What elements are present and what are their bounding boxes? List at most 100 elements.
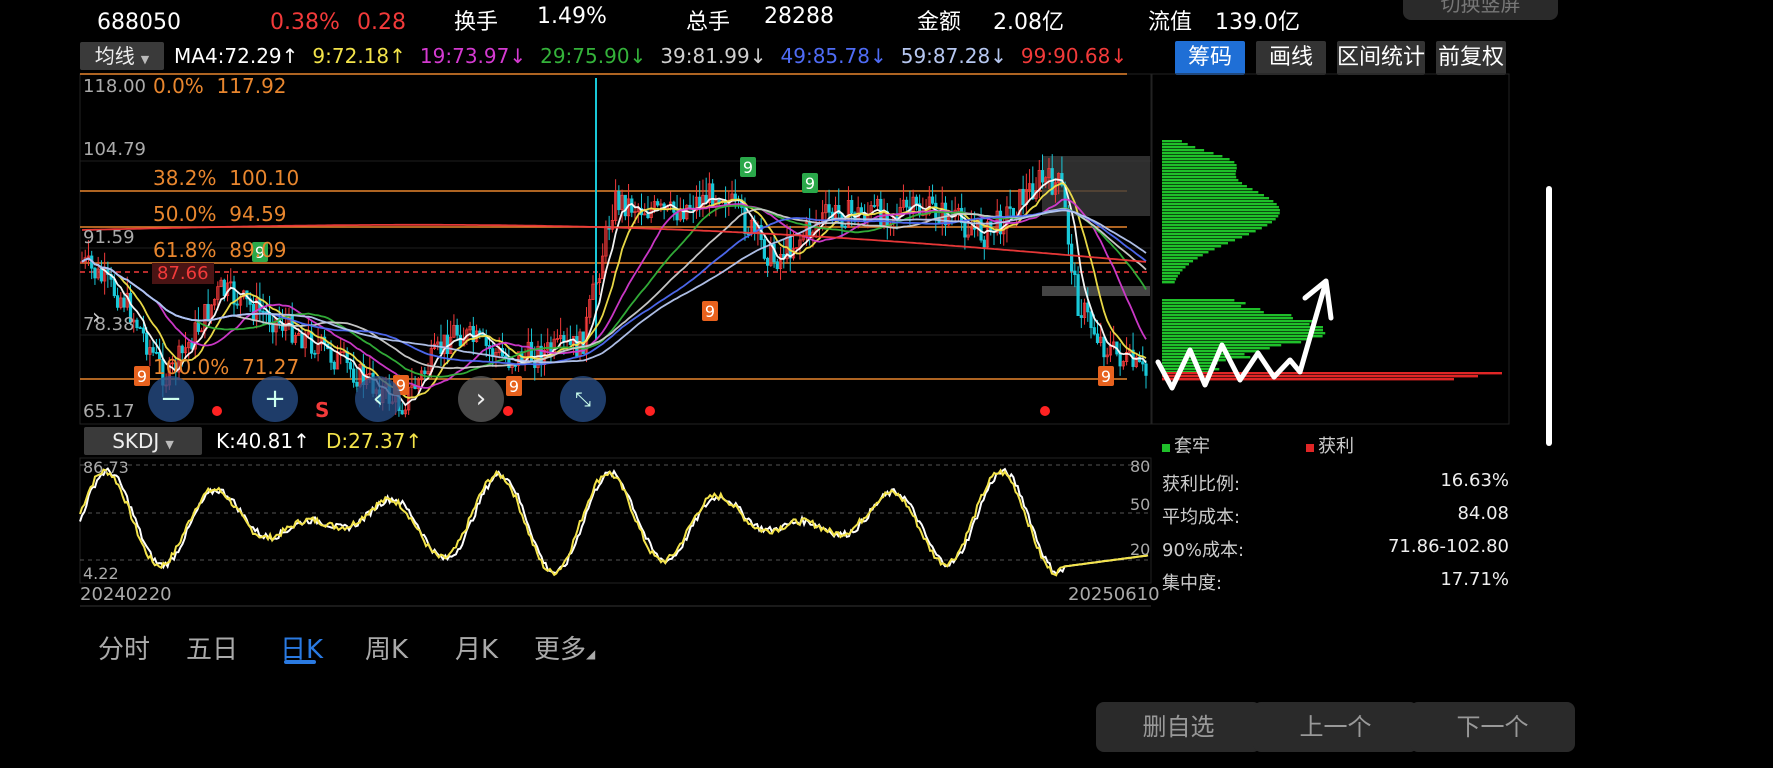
signal-dot bbox=[212, 406, 222, 416]
candle-body bbox=[646, 213, 650, 219]
candle-body bbox=[1102, 336, 1106, 358]
candle-body bbox=[1141, 361, 1145, 365]
chip-bar-trapped bbox=[1162, 224, 1268, 227]
candle-body bbox=[400, 410, 404, 415]
collapse-button[interactable]: ⤡ bbox=[560, 376, 606, 422]
chip-bar-trapped bbox=[1162, 170, 1237, 173]
candle-body bbox=[138, 327, 142, 330]
zoom-out-button[interactable]: − bbox=[148, 376, 194, 422]
candle-body bbox=[1070, 243, 1074, 272]
nine-marker-label: 9 bbox=[137, 367, 147, 386]
chip-bar-trapped bbox=[1162, 158, 1230, 161]
chip-bar-trapped bbox=[1162, 164, 1237, 167]
minus-icon: − bbox=[160, 384, 182, 414]
chip-bar-trapped bbox=[1162, 266, 1186, 269]
chip-bar-trapped bbox=[1162, 191, 1259, 194]
cost90-label: 90%成本: bbox=[1162, 540, 1245, 561]
chip-bar-trapped bbox=[1162, 239, 1236, 242]
fib-label-0: 0.0% 117.92 bbox=[153, 74, 287, 98]
chip-bar-trapped bbox=[1162, 230, 1256, 233]
candle-body bbox=[905, 199, 909, 208]
scroll-right-button[interactable]: › bbox=[458, 376, 504, 422]
price-axis-4: 78.38 bbox=[83, 314, 135, 335]
next-stock-button[interactable]: 下一个 bbox=[1410, 702, 1575, 752]
candle-body bbox=[562, 335, 566, 343]
chip-bar-trapped bbox=[1162, 329, 1324, 332]
concentration-value: 17.71% bbox=[1440, 569, 1509, 590]
candle-body bbox=[1040, 170, 1045, 183]
chip-bar-trapped bbox=[1162, 338, 1310, 341]
tab-monthly-k[interactable]: 月K bbox=[455, 629, 498, 666]
chip-bar-trapped bbox=[1162, 248, 1215, 251]
tab-more-label: 更多 bbox=[534, 635, 587, 665]
chip-bar-trapped bbox=[1162, 299, 1235, 302]
chip-bar-trapped bbox=[1162, 221, 1272, 224]
legend-trapped: 套牢 bbox=[1162, 432, 1210, 458]
chip-bar-trapped bbox=[1162, 188, 1253, 191]
nine-marker-label: 9 bbox=[509, 377, 519, 396]
candle-body bbox=[135, 319, 139, 329]
tab-more[interactable]: 更多◢ bbox=[534, 629, 595, 666]
chip-bar-trapped bbox=[1162, 227, 1262, 230]
indicator-axis-top: 86.73 bbox=[83, 458, 129, 477]
candle-body bbox=[264, 311, 268, 314]
chip-bar-trapped bbox=[1162, 182, 1243, 185]
candle-body bbox=[222, 279, 226, 297]
zoom-in-button[interactable]: + bbox=[252, 376, 298, 422]
skdj-d-value: D:27.37↑ bbox=[326, 429, 423, 453]
chip-bar-trapped bbox=[1162, 350, 1259, 353]
indicator-selector-dropdown[interactable]: SKDJ ▼ bbox=[84, 427, 202, 455]
candle-body bbox=[1118, 353, 1122, 367]
fib-label-61: 61.8% 89.09 bbox=[153, 238, 287, 262]
chip-bar-trapped bbox=[1162, 251, 1209, 254]
chip-bar-trapped bbox=[1162, 275, 1178, 278]
candle-body bbox=[698, 196, 702, 208]
candle-body bbox=[843, 225, 847, 228]
candle-body bbox=[1089, 311, 1093, 329]
fib-label-38: 38.2% 100.10 bbox=[153, 166, 300, 190]
candle-body bbox=[154, 351, 158, 354]
price-axis-top: 118.00 bbox=[83, 76, 146, 97]
candle-body bbox=[656, 201, 660, 206]
tab-weekly-k[interactable]: 周K bbox=[365, 629, 408, 666]
chip-bar-trapped bbox=[1162, 305, 1242, 308]
indicator-level-80: 80 bbox=[1130, 457, 1151, 476]
chevron-right-icon[interactable]: › bbox=[92, 305, 101, 330]
plus-icon: + bbox=[264, 384, 286, 414]
chip-bar-trapped bbox=[1162, 218, 1276, 221]
candle-body bbox=[206, 303, 210, 321]
scroll-left-button[interactable]: ‹ bbox=[355, 376, 401, 422]
tab-intraday[interactable]: 分时 bbox=[98, 629, 150, 666]
candle-body bbox=[575, 336, 579, 357]
candle-body bbox=[513, 365, 517, 367]
candle-body bbox=[711, 183, 715, 208]
chip-bar-trapped bbox=[1162, 236, 1243, 239]
chip-bar-trapped bbox=[1162, 335, 1323, 338]
price-axis-3: 91.59 bbox=[83, 227, 135, 248]
chip-bar-trapped bbox=[1162, 254, 1203, 257]
candle-body bbox=[122, 297, 126, 308]
chip-bar-trapped bbox=[1162, 347, 1270, 350]
candle-body bbox=[235, 303, 239, 306]
tab-five-day[interactable]: 五日 bbox=[186, 629, 238, 666]
candle-body bbox=[982, 239, 986, 248]
scrollbar-thumb[interactable] bbox=[1546, 186, 1552, 446]
previous-stock-button[interactable]: 上一个 bbox=[1253, 702, 1418, 752]
legend-trapped-swatch bbox=[1162, 444, 1170, 452]
chip-bar-trapped bbox=[1162, 194, 1264, 197]
chevron-right-icon: › bbox=[475, 384, 487, 414]
candle-body bbox=[1066, 209, 1070, 245]
chip-bar-trapped bbox=[1162, 272, 1180, 275]
profit-ratio-label: 获利比例: bbox=[1162, 474, 1241, 495]
chip-bar-trapped bbox=[1162, 302, 1246, 305]
skdj-d-line bbox=[79, 468, 1149, 577]
candle-body bbox=[1144, 363, 1148, 376]
candle-body bbox=[1076, 274, 1080, 316]
legend-profit: 获利 bbox=[1306, 432, 1354, 458]
signal-dot bbox=[1040, 406, 1050, 416]
remove-watchlist-button[interactable]: 删自选 bbox=[1096, 702, 1261, 752]
chip-bar-trapped bbox=[1162, 161, 1235, 164]
legend-profit-swatch bbox=[1306, 444, 1314, 452]
price-axis-2: 104.79 bbox=[83, 139, 146, 160]
avg-cost-label: 平均成本: bbox=[1162, 507, 1241, 528]
